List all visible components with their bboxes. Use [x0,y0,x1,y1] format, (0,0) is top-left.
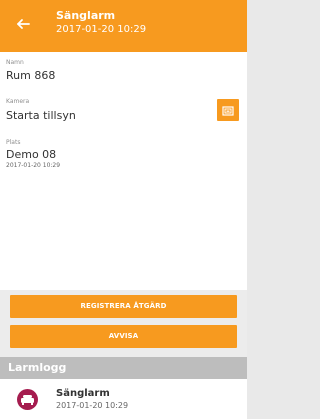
dismiss-button[interactable]: AVVISA [10,325,237,348]
log-section-header: Larmlogg [0,357,247,379]
details-card: Namn Rum 868 Kamera Starta tillsyn Plats… [0,52,247,290]
camera-button[interactable] [217,99,239,121]
log-item-time: 2017-01-20 10:29 [56,401,129,410]
app-header: Sänglarm 2017-01-20 10:29 [0,0,247,52]
camera-label: Kamera [6,98,30,105]
place-value: Demo 08 [6,148,57,161]
place-label: Plats [6,139,21,146]
log-avatar [17,389,38,410]
log-section-title: Larmlogg [8,361,67,374]
place-field: Plats Demo 08 2017-01-20 10:29 [0,129,247,290]
register-action-button[interactable]: REGISTRERA ÅTGÄRD [10,295,237,318]
name-field: Namn Rum 868 [0,52,247,91]
header-title-group: Sänglarm 2017-01-20 10:29 [56,9,236,36]
place-time: 2017-01-20 10:29 [6,162,61,169]
action-buttons: REGISTRERA ÅTGÄRD AVVISA [0,290,247,357]
log-item[interactable]: Sänglarm 2017-01-20 10:29 [0,379,247,419]
camera-view-icon [222,101,234,120]
arrow-left-icon[interactable] [14,15,32,33]
page-subtitle: 2017-01-20 10:29 [56,24,147,35]
camera-field: Kamera Starta tillsyn [0,90,247,130]
page-title: Sänglarm [56,9,116,22]
alarm-details-screen: Sänglarm 2017-01-20 10:29 Namn Rum 868 K… [0,0,247,419]
bed-icon [17,395,38,414]
camera-value: Starta tillsyn [6,109,76,122]
name-value: Rum 868 [6,69,56,82]
log-item-title: Sänglarm [56,388,110,399]
name-label: Namn [6,59,24,66]
